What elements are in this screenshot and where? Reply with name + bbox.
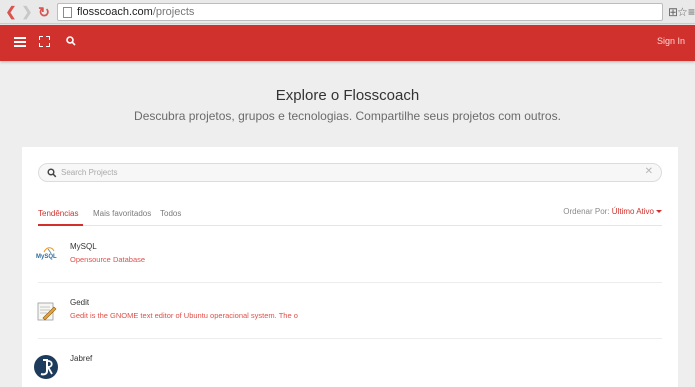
gedit-logo-icon: [34, 299, 58, 323]
reload-icon[interactable]: ↻: [37, 4, 51, 20]
back-icon[interactable]: ❮: [4, 4, 18, 20]
sort-control: Ordenar Por: Último Ativo: [563, 207, 662, 216]
bookmark-star-icon[interactable]: ☆: [677, 4, 688, 20]
tab-most-favorited[interactable]: Mais favoritados: [93, 209, 151, 218]
tab-trending[interactable]: Tendências: [38, 209, 78, 218]
search-input[interactable]: [61, 165, 631, 180]
browser-menu-icon[interactable]: ≡: [688, 4, 695, 20]
tab-all[interactable]: Todos: [160, 209, 181, 218]
search-icon[interactable]: [66, 36, 76, 46]
page-icon: [63, 7, 72, 18]
page-title: Explore o Flosscoach: [275, 87, 420, 104]
projects-card: ✕ Tendências Mais favoritados Todos Orde…: [22, 147, 678, 387]
project-list-item[interactable]: MySQL MySQL Opensource Database: [22, 227, 678, 283]
url-path: /projects: [152, 6, 195, 18]
address-bar[interactable]: flosscoach.com/projects: [57, 3, 663, 21]
caret-down-icon[interactable]: [656, 210, 662, 214]
project-search-box: ✕: [38, 163, 662, 182]
mysql-logo-text: MySQL: [36, 254, 57, 260]
url-text: flosscoach.com/projects: [77, 5, 194, 19]
mysql-logo-icon: MySQL: [34, 243, 58, 267]
project-list-item[interactable]: Jabref: [22, 339, 678, 387]
project-description: Opensource Database: [70, 255, 146, 264]
project-description: Gedit is the GNOME text editor of Ubuntu…: [70, 311, 298, 320]
project-name[interactable]: Jabref: [70, 354, 92, 363]
active-tab-indicator: [38, 224, 83, 226]
hamburger-menu-icon[interactable]: [14, 37, 26, 47]
sign-in-link[interactable]: Sign In: [657, 36, 685, 46]
forward-icon[interactable]: ❯: [20, 4, 34, 20]
tabs-divider: [38, 225, 662, 226]
browser-toolbar: ❮ ❯ ↻ flosscoach.com/projects ⊞ ☆ ≡: [0, 0, 695, 24]
project-name[interactable]: Gedit: [70, 298, 89, 307]
search-icon: [47, 168, 57, 178]
sort-dropdown[interactable]: Último Ativo: [612, 207, 654, 216]
project-list-item[interactable]: Gedit Gedit is the GNOME text editor of …: [22, 283, 678, 339]
page-subtitle: Descubra projetos, grupos e tecnologias.…: [134, 109, 561, 123]
jabref-logo-icon: [34, 355, 58, 379]
app-header: Sign In: [0, 25, 695, 61]
sort-label: Ordenar Por:: [563, 207, 610, 216]
fullscreen-icon[interactable]: [39, 36, 50, 47]
url-host: flosscoach.com: [77, 6, 153, 18]
project-name[interactable]: MySQL: [70, 242, 97, 251]
close-icon[interactable]: ✕: [645, 166, 653, 177]
